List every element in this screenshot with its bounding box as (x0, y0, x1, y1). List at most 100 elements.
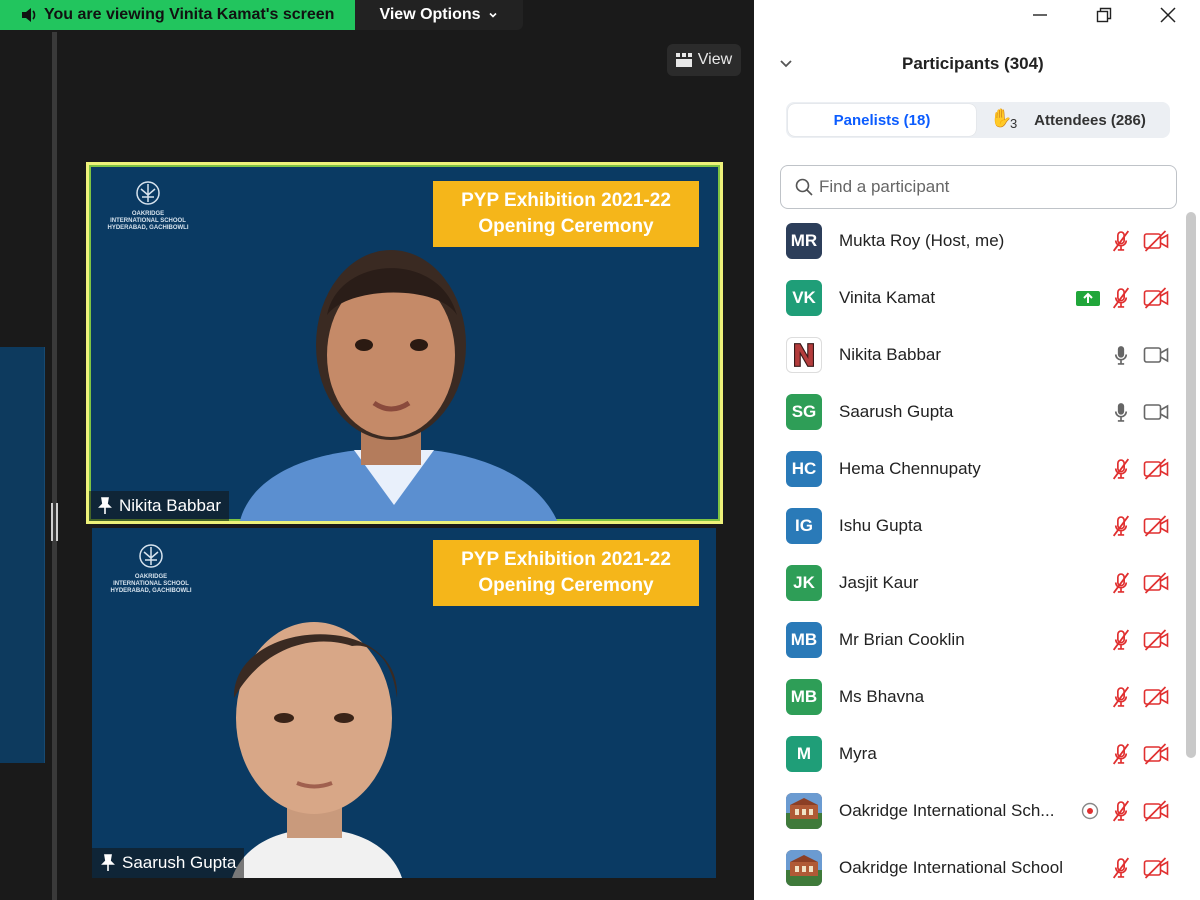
split-view-handle[interactable] (51, 503, 58, 541)
participant-row[interactable]: Nikita Babbar (754, 326, 1184, 383)
pin-icon (98, 497, 112, 514)
school-logo: OAKRIDGE INTERNATIONAL SCHOOL HYDERABAD,… (106, 542, 196, 602)
camera-off-icon[interactable] (1143, 799, 1169, 822)
pin-icon (101, 854, 115, 871)
mic-muted-icon[interactable] (1110, 458, 1132, 480)
camera-icon[interactable] (1143, 344, 1169, 366)
avatar (786, 336, 822, 373)
avatar: MB (786, 621, 822, 658)
view-layout-button[interactable]: View (667, 44, 741, 76)
camera-off-icon[interactable] (1143, 685, 1169, 708)
mic-muted-icon[interactable] (1110, 629, 1132, 651)
participant-name: Myra (839, 743, 877, 763)
chevron-down-icon[interactable] (778, 55, 794, 71)
camera-off-icon[interactable] (1143, 229, 1169, 252)
restore-icon (1096, 7, 1112, 23)
avatar: SG (786, 393, 822, 430)
event-banner-subtitle: Opening Ceremony (478, 575, 654, 596)
speaker-icon (22, 8, 36, 22)
avatar: HC (786, 450, 822, 487)
participant-row[interactable]: Oakridge International Sch... (754, 782, 1184, 839)
camera-off-icon[interactable] (1143, 571, 1169, 594)
event-banner: PYP Exhibition 2021-22 Opening Ceremony (433, 540, 699, 606)
participant-row[interactable]: MB Ms Bhavna (754, 668, 1184, 725)
participant-name-tag: Saarush Gupta (92, 848, 245, 878)
avatar (786, 849, 822, 886)
mic-muted-icon[interactable] (1110, 230, 1132, 252)
participant-name: Hema Chennupaty (839, 458, 981, 478)
avatar: IG (786, 507, 822, 544)
mic-muted-icon[interactable] (1110, 287, 1132, 309)
restore-button[interactable] (1072, 0, 1136, 30)
mic-muted-icon[interactable] (1110, 743, 1132, 765)
record-icon (1081, 802, 1099, 819)
camera-off-icon[interactable] (1143, 457, 1169, 480)
participant-row[interactable]: IG Ishu Gupta (754, 497, 1184, 554)
camera-off-icon[interactable] (1143, 628, 1169, 651)
meeting-area: You are viewing Vinita Kamat's screen Vi… (0, 0, 754, 900)
camera-off-icon[interactable] (1143, 286, 1169, 309)
participant-row[interactable]: SG Saarush Gupta (754, 383, 1184, 440)
minimize-icon (1033, 14, 1047, 16)
camera-off-icon[interactable] (1143, 742, 1169, 765)
participant-name: Nikita Babbar (839, 344, 942, 364)
camera-off-icon[interactable] (1143, 856, 1169, 879)
participant-name: Oakridge International Sch... (839, 800, 1055, 820)
screen-share-text: You are viewing Vinita Kamat's screen (44, 6, 335, 23)
scrollbar-thumb[interactable] (1186, 212, 1196, 758)
shared-screen-panel[interactable] (0, 32, 52, 900)
participant-row[interactable]: HC Hema Chennupaty (754, 440, 1184, 497)
participant-name: Saarush Gupta (839, 401, 954, 421)
participant-list-scrollbar[interactable] (1186, 212, 1196, 758)
participant-name: Jasjit Kaur (839, 572, 919, 592)
search-input[interactable] (819, 177, 1159, 197)
minimize-button[interactable] (1008, 0, 1072, 30)
participant-row[interactable]: VK Vinita Kamat (754, 269, 1184, 326)
search-icon (795, 178, 813, 196)
event-banner-title: PYP Exhibition 2021-22 (461, 549, 671, 570)
screen-share-banner: You are viewing Vinita Kamat's screen (0, 0, 355, 30)
participant-name: Mukta Roy (Host, me) (839, 230, 1005, 250)
close-button[interactable] (1136, 0, 1200, 30)
mic-muted-icon[interactable] (1110, 572, 1132, 594)
participant-row[interactable]: M Myra (754, 725, 1184, 782)
avatar: MB (786, 678, 822, 715)
search-box[interactable] (780, 165, 1177, 209)
panel-header: Participants (304) (754, 44, 1200, 82)
mic-muted-icon[interactable] (1110, 686, 1132, 708)
participant-name: Oakridge International School (839, 857, 1063, 877)
participant-video-person (232, 622, 402, 878)
participant-name: Vinita Kamat (839, 287, 936, 307)
view-options-label: View Options (379, 6, 481, 23)
share-screen-icon (1076, 290, 1100, 306)
participant-row[interactable]: MR Mukta Roy (Host, me) (754, 212, 1184, 269)
camera-off-icon[interactable] (1143, 514, 1169, 537)
camera-icon[interactable] (1143, 401, 1169, 423)
mic-icon[interactable] (1110, 344, 1132, 366)
close-icon (1160, 7, 1176, 23)
participant-row[interactable]: JK Jasjit Kaur (754, 554, 1184, 611)
participant-name: Ishu Gupta (839, 515, 923, 535)
shared-screen-content (0, 347, 45, 763)
avatar: VK (786, 279, 822, 316)
panel-title: Participants (304) (902, 54, 1044, 73)
mic-muted-icon[interactable] (1110, 800, 1132, 822)
participant-row[interactable]: MB Mr Brian Cooklin (754, 611, 1184, 668)
mic-muted-icon[interactable] (1110, 515, 1132, 537)
participant-list: MR Mukta Roy (Host, me) VK Vinita Kamat Niki… (754, 212, 1184, 900)
video-tile-saarush[interactable]: OAKRIDGE INTERNATIONAL SCHOOL HYDERABAD,… (92, 528, 716, 878)
avatar: JK (786, 564, 822, 601)
participant-tabs: Panelists (18) Attendees (286) ✋ 3 (786, 102, 1170, 138)
view-layout-label: View (697, 51, 733, 68)
video-tile-nikita[interactable]: OAKRIDGE INTERNATIONAL SCHOOL HYDERABAD,… (86, 162, 723, 524)
avatar (786, 792, 822, 829)
raised-hand-count: 3 (1010, 116, 1018, 131)
mic-muted-icon[interactable] (1110, 857, 1132, 879)
tab-panelists[interactable]: Panelists (18) (788, 104, 976, 136)
split-view-divider[interactable] (52, 32, 57, 900)
participants-panel: Participants (304) Panelists (18) Attend… (754, 0, 1200, 900)
participant-row[interactable]: Oakridge International School (754, 839, 1184, 896)
view-options-button[interactable]: View Options (355, 0, 523, 30)
participant-name: Mr Brian Cooklin (839, 629, 965, 649)
mic-icon[interactable] (1110, 401, 1132, 423)
